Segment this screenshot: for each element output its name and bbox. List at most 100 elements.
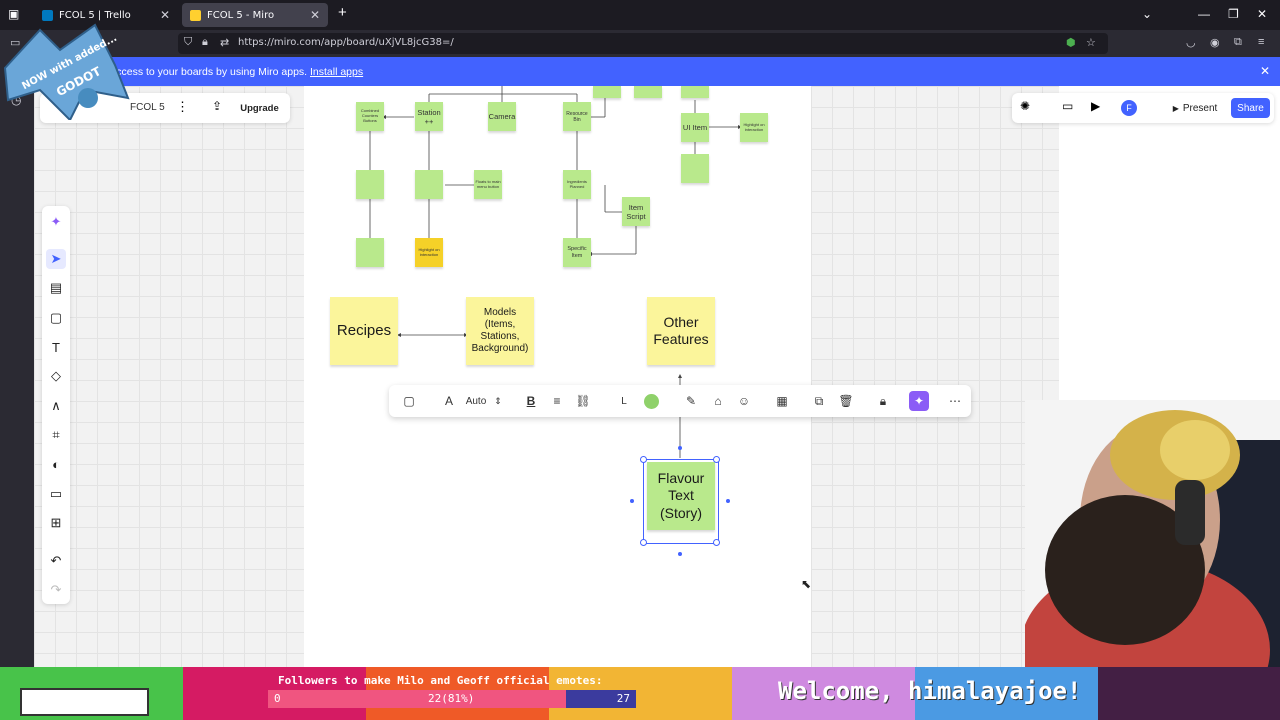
tag-icon[interactable]: ⌂: [709, 392, 727, 410]
comment-icon[interactable]: ▭: [1062, 99, 1073, 113]
sticky-text: Highlight on interaction: [418, 246, 440, 257]
select-tool-icon[interactable]: ➤: [46, 249, 66, 269]
goal-current: 22(81%): [428, 692, 475, 705]
sticky-ingredients[interactable]: Ingredients Planned: [563, 170, 591, 199]
overlay-input-box: [20, 688, 149, 716]
redo-icon[interactable]: ↷: [46, 580, 66, 600]
godot-badge-icon: NOW with added... GODOT: [3, 23, 130, 122]
font-icon[interactable]: A: [440, 392, 458, 410]
sticky-recipes[interactable]: Recipes: [330, 297, 398, 365]
sticky-text: Recipes: [336, 321, 392, 339]
sticky-note-icon[interactable]: ▢: [46, 308, 66, 328]
ai-icon[interactable]: ✦: [46, 212, 66, 232]
connector-point[interactable]: [678, 446, 682, 450]
sticky-station[interactable]: Station ++: [415, 102, 443, 131]
follower-goal-fill: [268, 690, 567, 708]
sticky-text: Resource Bin: [566, 110, 588, 123]
align-icon[interactable]: ≡: [548, 392, 566, 410]
stream-overlay: [0, 667, 1280, 720]
sticky-text: Ingredients Planned: [567, 178, 587, 189]
connector-point[interactable]: [726, 499, 730, 503]
sticky-text: Highlight on interaction: [743, 121, 765, 132]
resize-handle[interactable]: [713, 539, 720, 546]
sticky-highlight-gold[interactable]: Highlight on interaction: [415, 238, 443, 267]
sticky-text: UI Item: [682, 123, 708, 132]
resize-handle[interactable]: [640, 456, 647, 463]
sticky-type-icon[interactable]: ▢: [400, 392, 418, 410]
sticky-note-a[interactable]: [356, 170, 384, 199]
sticky-ui-note[interactable]: [681, 154, 709, 183]
sticky-text: Item Script: [626, 202, 646, 221]
color-swatch-icon: [643, 393, 659, 409]
ai-sparkle-button[interactable]: ✦: [909, 391, 929, 411]
connector-point[interactable]: [678, 552, 682, 556]
video-icon[interactable]: ▶: [1091, 99, 1100, 113]
undo-icon[interactable]: ↶: [46, 551, 66, 571]
add-icon[interactable]: ⊞: [46, 513, 66, 533]
godot-badge: NOW with added... GODOT: [0, 20, 130, 122]
sticky-note-b[interactable]: [356, 238, 384, 267]
pen-icon[interactable]: ∧: [46, 396, 66, 416]
upgrade-button[interactable]: Upgrade: [237, 98, 282, 118]
reactions-icon[interactable]: ✺: [1020, 99, 1030, 113]
author-icon[interactable]: ✎: [682, 392, 700, 410]
templates-icon[interactable]: ▤: [46, 278, 66, 298]
goal-start: 0: [274, 692, 281, 705]
sticky-item-script[interactable]: Item Script: [622, 197, 650, 226]
present-label: Present: [1182, 102, 1218, 114]
streamer-image: [1025, 400, 1280, 667]
present-button[interactable]: ▶ Present: [1165, 98, 1225, 118]
sticky-text: Specific Item: [567, 245, 587, 259]
delete-icon[interactable]: 🗑︎: [837, 392, 855, 410]
avatar[interactable]: F: [1121, 100, 1137, 116]
follower-goal-title: Followers to make Milo and Geoff officia…: [278, 674, 603, 687]
link-icon[interactable]: ⛓: [574, 392, 592, 410]
overlay-segment: [1098, 667, 1280, 720]
text-icon[interactable]: T: [46, 337, 66, 357]
comment-icon[interactable]: ▭: [46, 484, 66, 504]
sticky-top-1[interactable]: [593, 86, 621, 98]
font-size-stepper-icon[interactable]: ⇕: [492, 392, 504, 410]
sticky-text: Combined Counters Buttons: [360, 108, 380, 123]
color-picker[interactable]: [642, 392, 660, 410]
selection-box: [643, 459, 719, 544]
sticky-note-lines[interactable]: [415, 170, 443, 199]
sticky-combined-counters[interactable]: Combined Counters Buttons: [356, 102, 384, 131]
sticky-camera[interactable]: Camera: [488, 102, 516, 131]
more-icon[interactable]: ⋯: [946, 392, 964, 410]
connector-point[interactable]: [630, 499, 634, 503]
resize-handle[interactable]: [640, 539, 647, 546]
sticky-top-2[interactable]: [634, 86, 662, 98]
size-select[interactable]: L: [615, 392, 633, 410]
kanban-icon[interactable]: ▦: [773, 392, 791, 410]
lock-icon[interactable]: 🔒︎: [874, 392, 892, 410]
sticky-text: Models (Items, Stations, Background): [471, 307, 529, 354]
sticky-models[interactable]: Models (Items, Stations, Background): [466, 297, 534, 365]
more-vertical-icon[interactable]: ⋮: [176, 99, 189, 115]
palette-icon[interactable]: ◐: [46, 454, 66, 474]
sticky-ui-item[interactable]: UI Item: [681, 113, 709, 142]
follower-goal-bar: 0 22(81%) 27: [268, 690, 636, 708]
frame-icon[interactable]: ⌗: [46, 425, 66, 445]
sticky-specific-item[interactable]: Specific Item: [563, 238, 591, 267]
mouse-cursor-icon: ⬉: [801, 577, 812, 591]
board-name[interactable]: FCOL 5: [130, 102, 165, 113]
sticky-highlight-interaction[interactable]: Highlight on interaction: [740, 113, 768, 142]
emoji-icon[interactable]: ☺: [735, 392, 753, 410]
goal-target: 27: [616, 692, 630, 705]
duplicate-icon[interactable]: ⧉: [810, 392, 828, 410]
welcome-message: Welcome, himalayajoe!: [778, 677, 1082, 705]
bold-icon[interactable]: B: [522, 392, 540, 410]
sticky-text: Floats to main menu button: [475, 178, 501, 189]
sticky-top-3[interactable]: [681, 86, 709, 98]
share-button[interactable]: Share: [1231, 98, 1270, 118]
sticky-other-features[interactable]: Other Features: [647, 297, 715, 365]
sticky-floats-menu[interactable]: Floats to main menu button: [474, 170, 502, 199]
resize-handle[interactable]: [713, 456, 720, 463]
export-icon[interactable]: ⇪: [212, 99, 222, 113]
shapes-icon[interactable]: ◇: [46, 366, 66, 386]
sticky-text: Station ++: [417, 107, 441, 126]
sticky-resource-bin[interactable]: Resource Bin: [563, 102, 591, 131]
font-size-select[interactable]: Auto: [463, 392, 489, 410]
webcam-feed: [1025, 400, 1280, 667]
